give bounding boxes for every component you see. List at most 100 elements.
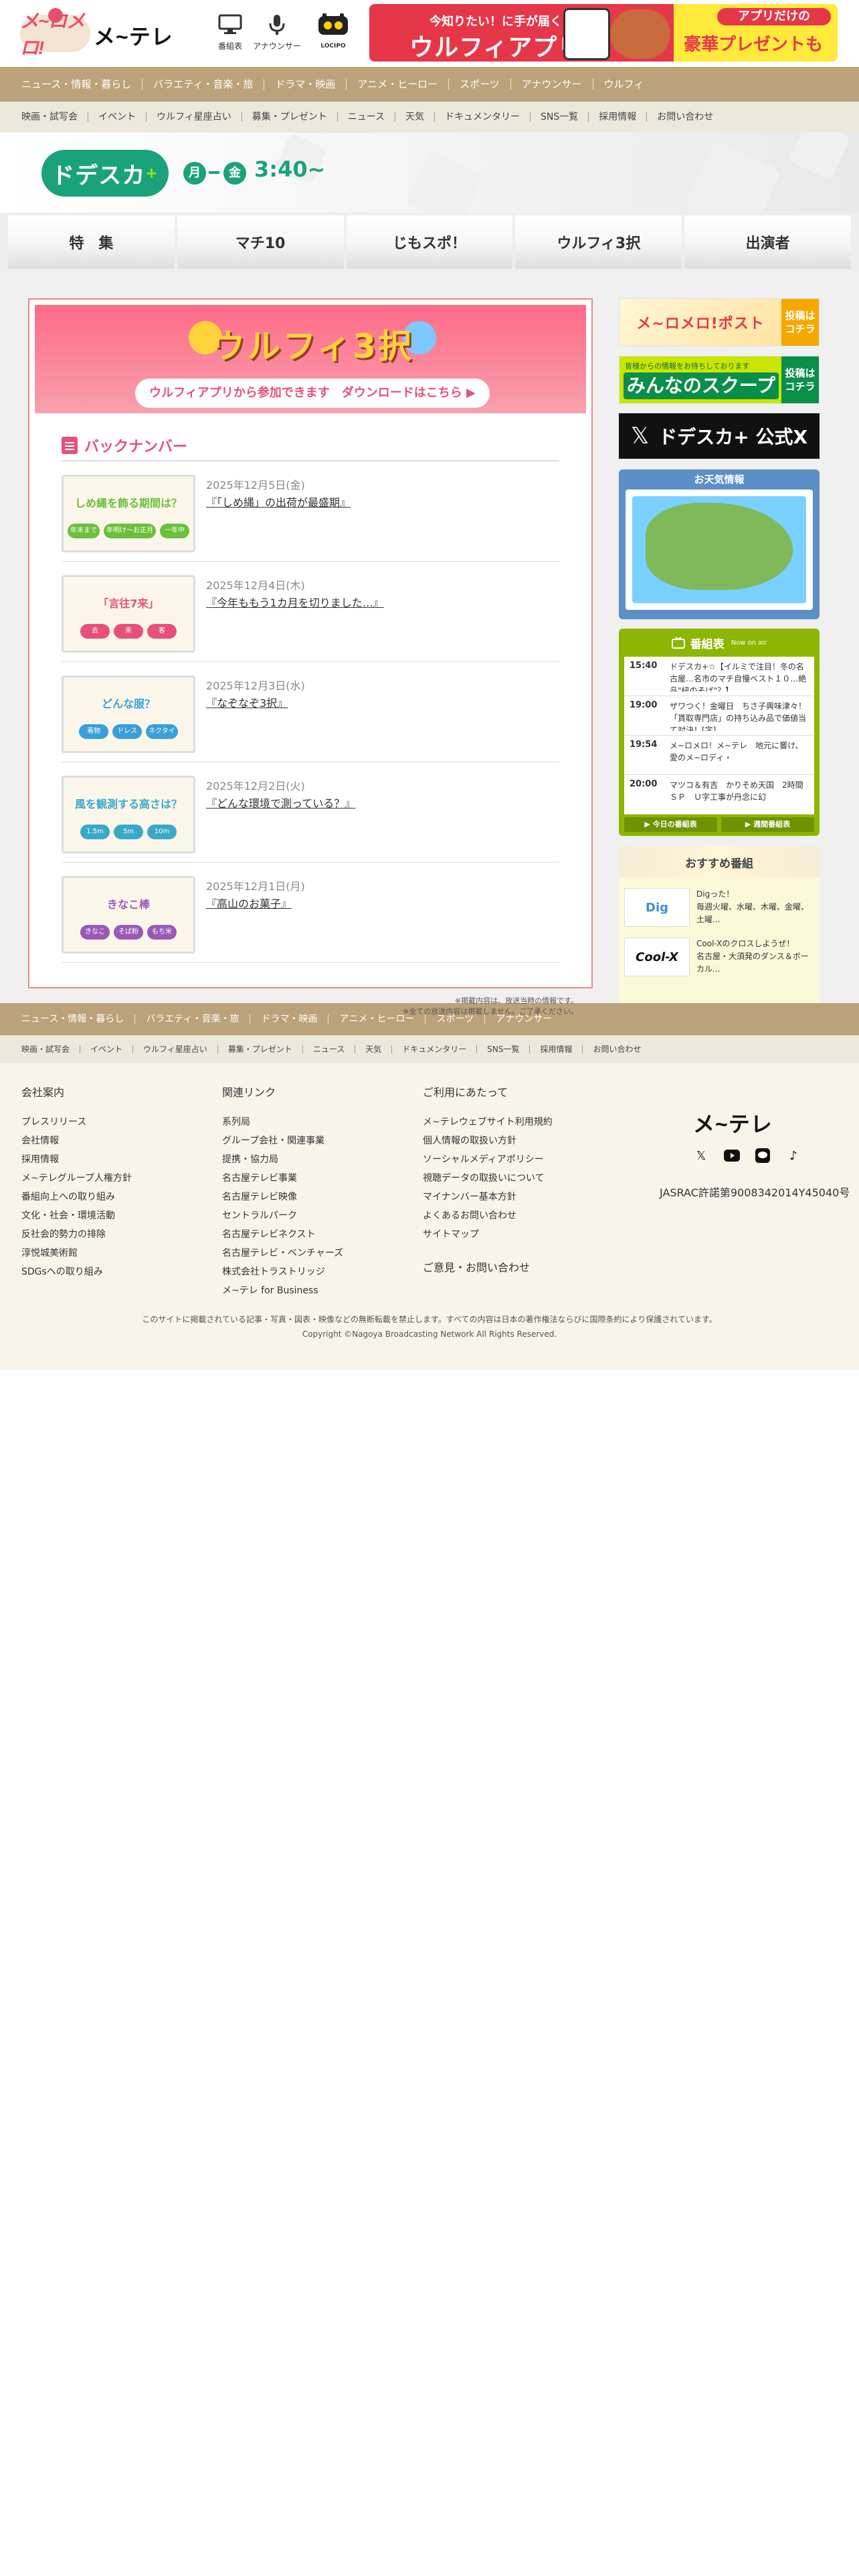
dodesuka-logo[interactable]: ドデスカ + bbox=[41, 150, 169, 197]
secondary-nav-item[interactable]: 映画・試写会 bbox=[21, 112, 88, 122]
footer-link[interactable]: 名古屋テレビ映像 bbox=[222, 1188, 343, 1206]
footer-link[interactable]: 名古屋テレビ・ベンチャーズ bbox=[222, 1244, 343, 1263]
footer-link[interactable]: 採用情報 bbox=[21, 1150, 132, 1169]
footer-link[interactable]: グループ会社・関連事業 bbox=[222, 1132, 343, 1150]
secondary-nav-item[interactable]: 天気 bbox=[395, 112, 436, 122]
footer-link[interactable]: セントラルパーク bbox=[222, 1206, 343, 1225]
footer-link[interactable]: 会社情報 bbox=[21, 1132, 132, 1150]
backnumber-item[interactable]: 風を観測する高さは？ 1.5m 5m 10m 2025年12月2日(火) 『どんな環… bbox=[62, 762, 559, 863]
x-account-banner[interactable]: 𝕏 ドデスカ+ 公式X bbox=[619, 413, 820, 459]
thumb-tag: 年明け～お正月 bbox=[104, 524, 156, 538]
footer-link[interactable]: 系列局 bbox=[222, 1113, 343, 1132]
footer-primary-nav-item[interactable]: ニュース・情報・暮らし bbox=[21, 1014, 136, 1024]
footer-link[interactable]: 反社会的勢力の排除 bbox=[21, 1225, 132, 1244]
schedule-row[interactable]: 19:00 ザワつく！金曜日 ちさ子興味津々！「貰取専門店」の持ち込み品で価値当… bbox=[624, 696, 814, 736]
secondary-nav-item[interactable]: ウルフィ星座占い bbox=[147, 112, 242, 122]
meromero-logo[interactable]: メ~ロメロ! bbox=[20, 8, 90, 58]
footer-secondary-nav-item[interactable]: イベント bbox=[80, 1045, 134, 1053]
tab-3[interactable]: ウルフィ3択 bbox=[515, 215, 682, 269]
footer-secondary-nav-item[interactable]: ニュース bbox=[303, 1045, 356, 1053]
footer-secondary-nav-item[interactable]: ドキュメンタリー bbox=[392, 1045, 478, 1053]
secondary-nav-item[interactable]: 採用情報 bbox=[589, 112, 648, 122]
footer-secondary-nav-item[interactable]: 映画・試写会 bbox=[21, 1045, 81, 1053]
footer-link[interactable]: 視聴データの取扱いについて bbox=[423, 1169, 553, 1188]
footer-link[interactable]: マイナンバー基本方針 bbox=[423, 1188, 553, 1206]
footer-link[interactable]: メ~テレグループ人権方針 bbox=[21, 1169, 132, 1188]
backnumber-title[interactable]: 『どんな環境で測っている？』 bbox=[206, 794, 355, 811]
footer-secondary-nav-item[interactable]: 募集・プレゼント bbox=[218, 1045, 303, 1053]
secondary-nav-item[interactable]: お問い合わせ bbox=[647, 112, 723, 122]
primary-nav-item[interactable]: バラエティ・音楽・旅 bbox=[142, 79, 265, 90]
tiktok-icon[interactable]: ♪ bbox=[785, 1148, 801, 1164]
today-schedule-button[interactable]: ▶ 今日の番組表 bbox=[624, 817, 717, 832]
backnumber-item[interactable]: きなこ棒 きなこ そば粉 もち米 2025年12月1日(月) 『高山のお菓子』 bbox=[62, 863, 559, 963]
line-icon[interactable] bbox=[755, 1148, 771, 1164]
footer-primary-nav-item[interactable]: バラエティ・音楽・旅 bbox=[135, 1014, 251, 1024]
tab-1[interactable]: マチ10 bbox=[177, 215, 344, 269]
announcer-link[interactable]: アナウンサー bbox=[253, 13, 301, 51]
meromero-post-banner[interactable]: メ~ロメロ!ポスト 投稿はコチラ bbox=[619, 298, 820, 346]
locipo-link[interactable]: LOCIPO bbox=[309, 13, 357, 49]
thumb-tag: ドレス bbox=[112, 724, 142, 739]
minna-scoop-banner[interactable]: 皆様からの情報をお待ちしております みんなのスクープ 投稿はコチラ bbox=[619, 356, 820, 404]
secondary-nav-item[interactable]: SNS一覧 bbox=[531, 112, 589, 122]
footer-link[interactable]: メ~テレウェブサイト利用規約 bbox=[423, 1113, 553, 1132]
backnumber-title[interactable]: 『なぞなぞ3択』 bbox=[206, 694, 288, 710]
footer-secondary-nav-item[interactable]: お問い合わせ bbox=[583, 1045, 651, 1053]
footer-link[interactable]: 提携・協力局 bbox=[222, 1150, 343, 1169]
schedule-row[interactable]: 20:00 マツコ＆有吉 かりそめ天国 2時間ＳＰ Ｕ字工事が丹念に幻 bbox=[624, 775, 814, 815]
recommend-item-digtta[interactable]: Dig Digった！ 毎週火曜、水曜、木曜、金曜、土曜... bbox=[619, 877, 820, 927]
footer-link[interactable]: 株式会社トラストリッジ bbox=[222, 1263, 343, 1281]
primary-nav-item[interactable]: ドラマ・映画 bbox=[264, 79, 347, 90]
mtele-logo[interactable]: メ~テレ bbox=[94, 20, 173, 51]
footer-link[interactable]: 淳悦城美術館 bbox=[21, 1244, 132, 1263]
recommend-item-coolx[interactable]: Cool-X Cool-Xのクロスしようぜ！ 名古屋・大須発のダンス＆ボーカル..… bbox=[619, 927, 820, 976]
primary-nav-item[interactable]: アニメ・ヒーロー bbox=[347, 79, 450, 90]
tv-guide-link[interactable]: 番組表 bbox=[206, 13, 254, 51]
tab-2[interactable]: じもスポ！ bbox=[346, 215, 513, 269]
x-icon[interactable]: 𝕏 bbox=[693, 1148, 709, 1164]
footer-secondary-nav-item[interactable]: SNS一覧 bbox=[477, 1045, 531, 1053]
footer-link[interactable]: 番組向上への取り組み bbox=[21, 1188, 132, 1206]
footer-link[interactable]: サイトマップ bbox=[423, 1225, 553, 1244]
primary-nav-item[interactable]: ニュース・情報・暮らし bbox=[21, 79, 143, 90]
footer-link[interactable]: プレスリリース bbox=[21, 1113, 132, 1132]
backnumber-title[interactable]: 『高山のお菓子』 bbox=[206, 895, 292, 911]
footer-secondary-nav-item[interactable]: ウルフィ星座占い bbox=[133, 1045, 218, 1053]
tab-4[interactable]: 出演者 bbox=[684, 215, 851, 269]
secondary-nav-item[interactable]: 募集・プレゼント bbox=[242, 112, 338, 122]
footer-link[interactable]: 名古屋テレビネクスト bbox=[222, 1225, 343, 1244]
wolfie-3taku-banner[interactable]: ウルフィ3択 ウルフィアプリから参加できます ダウンロードはこちら ▶ bbox=[35, 305, 586, 413]
contact-link[interactable]: ご意見・お問い合わせ bbox=[423, 1259, 553, 1275]
backnumber-item[interactable]: どんな服？ 着物 ドレス ネクタイ 2025年12月3日(水) 『なぞなぞ3択』 bbox=[62, 662, 559, 762]
footer-link[interactable]: 文化・社会・環境活動 bbox=[21, 1206, 132, 1225]
secondary-nav-item[interactable]: ニュース bbox=[338, 112, 396, 122]
primary-nav-item[interactable]: スポーツ bbox=[449, 79, 511, 90]
wolfie-app-banner[interactable]: 今知りたい！に手が届く ウルフィアプリ アプリだけの 豪華プレゼントも bbox=[369, 4, 838, 62]
footer-mtele-logo[interactable]: メ~テレ bbox=[693, 1107, 773, 1138]
copyright-notice: このサイトに掲載されている記事・写真・図表・映像などの無断転載を禁止します。すべ… bbox=[142, 1315, 717, 1324]
footer-link[interactable]: 個人情報の取扱い方針 bbox=[423, 1132, 553, 1150]
secondary-nav-item[interactable]: イベント bbox=[88, 112, 147, 122]
footer-link[interactable]: 名古屋テレビ事業 bbox=[222, 1169, 343, 1188]
tab-0[interactable]: 特 集 bbox=[8, 215, 175, 269]
youtube-icon[interactable] bbox=[724, 1148, 740, 1164]
backnumber-title[interactable]: 『今年ももう1カ月を切りました…』 bbox=[206, 594, 384, 610]
backnumber-item[interactable]: しめ縄を飾る期間は？ 年末まで 年明け～お正月 一年中 2025年12月5日(金) … bbox=[62, 461, 559, 562]
weekly-schedule-button[interactable]: ▶ 週間番組表 bbox=[721, 817, 814, 832]
footer-link[interactable]: SDGsへの取り組み bbox=[21, 1263, 132, 1281]
secondary-nav-item[interactable]: ドキュメンタリー bbox=[435, 112, 531, 122]
backnumber-item[interactable]: 「言往7来」 去来客 2025年12月4日(木) 『今年ももう1カ月を切りました… bbox=[62, 562, 559, 662]
primary-nav-item[interactable]: ウルフィ bbox=[593, 79, 655, 90]
footer-secondary-nav-item[interactable]: 採用情報 bbox=[530, 1045, 583, 1053]
primary-nav-item[interactable]: アナウンサー bbox=[511, 79, 593, 90]
footer-link[interactable]: ソーシャルメディアポリシー bbox=[423, 1150, 553, 1169]
download-button[interactable]: ウルフィアプリから参加できます ダウンロードはこちら ▶ bbox=[135, 379, 490, 408]
schedule-row[interactable]: 19:54 メ~ロメロ！メ~テレ 地元に響け、愛のメ~ロディ・ bbox=[624, 736, 814, 775]
footer-link[interactable]: メ~テレ for Business bbox=[222, 1281, 343, 1300]
footer-link[interactable]: よくあるお問い合わせ bbox=[423, 1206, 553, 1225]
weather-widget[interactable]: お天気情報 bbox=[619, 469, 820, 619]
footer-secondary-nav-item[interactable]: 天気 bbox=[355, 1045, 393, 1053]
backnumber-title[interactable]: 『「しめ縄」の出荷が最盛期』 bbox=[206, 494, 351, 510]
schedule-row[interactable]: 15:40 ドデスカ+☆【イルミで注目！冬の名古屋…名市のマチ自慢ベスト１０…絶… bbox=[624, 657, 814, 696]
